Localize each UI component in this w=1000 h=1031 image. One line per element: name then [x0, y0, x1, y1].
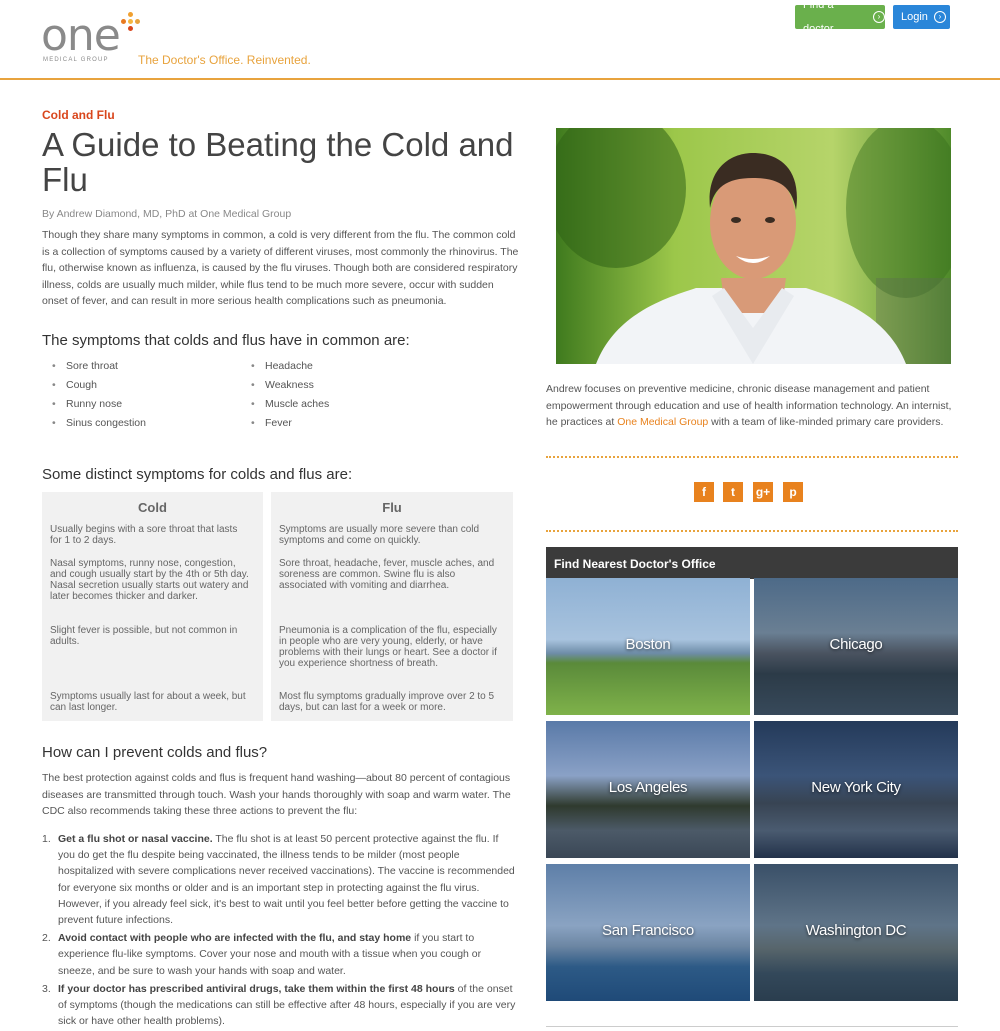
- office-tile-washington-dc[interactable]: Washington DC: [754, 864, 958, 1001]
- cold-item: Slight fever is possible, but not common…: [50, 625, 238, 647]
- site-header: one MEDICAL GROUP The Doctor's Office. R…: [0, 0, 1000, 80]
- prevention-heading: How can I prevent colds and flus?: [42, 744, 268, 761]
- common-symptoms-list-left: Sore throat Cough Runny nose Sinus conge…: [52, 360, 146, 436]
- office-tile-label: San Francisco: [602, 922, 694, 939]
- article-category[interactable]: Cold and Flu: [42, 108, 115, 122]
- article-title: A Guide to Beating the Cold and Flu: [42, 126, 514, 198]
- list-number: 2.: [42, 932, 51, 945]
- common-symptoms-list-right: Headache Weakness Muscle aches Fever: [251, 360, 329, 436]
- logo-wordmark: one: [41, 10, 121, 61]
- office-tile-new-york-city[interactable]: New York City: [754, 721, 958, 858]
- author-portrait: [556, 128, 951, 364]
- flu-item: Sore throat, headache, fever, muscle ach…: [279, 558, 495, 591]
- cold-box-title: Cold: [138, 500, 167, 515]
- office-tile-label: Los Angeles: [608, 779, 688, 796]
- office-tile-label: Washington DC: [805, 922, 907, 939]
- chevron-right-icon: ›: [873, 11, 885, 23]
- office-tile-los-angeles[interactable]: Los Angeles: [546, 721, 750, 858]
- find-office-heading: Find Nearest Doctor's Office: [546, 547, 958, 579]
- find-a-doctor-button[interactable]: Find a doctor ›: [795, 0, 885, 35]
- office-tile-label: Chicago: [829, 636, 883, 653]
- office-tile-label: New York City: [811, 779, 901, 796]
- pinterest-icon[interactable]: p: [783, 482, 803, 502]
- office-tile-boston[interactable]: Boston: [546, 578, 750, 715]
- prevention-item-lead: Get a flu shot or nasal vaccine.: [58, 833, 213, 845]
- list-item: Sore throat: [52, 360, 146, 379]
- list-item: Headache: [251, 360, 329, 379]
- office-tile-chicago[interactable]: Chicago: [754, 578, 958, 715]
- portrait-photo: [556, 128, 951, 364]
- flu-item: Pneumonia is a complication of the flu, …: [279, 625, 497, 669]
- flu-symptoms-box: Flu Symptoms are usually more severe tha…: [271, 492, 513, 721]
- logo-plus-icon: [121, 12, 141, 32]
- prevention-list: 1. Get a flu shot or nasal vaccine. The …: [42, 831, 517, 1031]
- flu-item: Symptoms are usually more severe than co…: [279, 524, 480, 546]
- logo-subtitle: MEDICAL GROUP: [43, 57, 109, 63]
- list-number: 3.: [42, 982, 51, 995]
- author-bio: Andrew focuses on preventive medicine, c…: [546, 381, 956, 431]
- googleplus-icon[interactable]: g+: [753, 482, 773, 502]
- list-item: Muscle aches: [251, 398, 329, 417]
- facebook-icon[interactable]: f: [694, 482, 714, 502]
- list-item: 3. If your doctor has prescribed antivir…: [42, 981, 517, 1030]
- cold-item: Symptoms usually last for about a week, …: [50, 691, 246, 713]
- chevron-right-icon: ›: [933, 11, 946, 23]
- list-item: Sinus congestion: [52, 417, 146, 436]
- article-byline: By Andrew Diamond, MD, PhD at One Medica…: [42, 208, 292, 220]
- twitter-icon[interactable]: t: [723, 482, 743, 502]
- office-tile-label: Boston: [625, 636, 671, 653]
- login-label: Login: [901, 11, 928, 23]
- flu-box-title: Flu: [382, 500, 402, 515]
- divider: [546, 456, 958, 458]
- prevention-item-text: The flu shot is at least 50 percent prot…: [58, 833, 515, 927]
- divider: [546, 1026, 958, 1027]
- divider: [546, 530, 958, 532]
- prevention-item-lead: If your doctor has prescribed antiviral …: [58, 982, 455, 995]
- one-medical-group-link[interactable]: One Medical Group: [617, 416, 708, 428]
- list-item: 2. Avoid contact with people who are inf…: [42, 930, 517, 979]
- common-symptoms-heading: The symptoms that colds and flus have in…: [42, 332, 410, 349]
- list-number: 1.: [42, 833, 51, 845]
- distinct-symptoms-heading: Some distinct symptoms for colds and flu…: [42, 466, 353, 483]
- list-item: Weakness: [251, 379, 329, 398]
- cold-item: Nasal symptoms, runny nose, congestion, …: [50, 558, 249, 602]
- one-medical-logo[interactable]: one MEDICAL GROUP: [41, 10, 151, 70]
- login-button[interactable]: Login ›: [893, 5, 950, 29]
- list-item: Cough: [52, 379, 146, 398]
- tagline: The Doctor's Office. Reinvented.: [138, 53, 311, 67]
- list-item: Fever: [251, 417, 329, 436]
- article-intro: Though they share many symptoms in commo…: [42, 229, 519, 307]
- list-item: Runny nose: [52, 398, 146, 417]
- find-a-doctor-label: Find a doctor: [803, 0, 834, 35]
- prevention-item-lead: Avoid contact with people who are infect…: [58, 932, 412, 945]
- bio-text: with a team of like-minded primary care …: [708, 416, 944, 428]
- find-office-widget: Find Nearest Doctor's Office Boston Chic…: [546, 547, 958, 1001]
- cold-item: Usually begins with a sore throat that l…: [50, 524, 238, 546]
- list-item: 1. Get a flu shot or nasal vaccine. The …: [42, 831, 517, 928]
- cold-symptoms-box: Cold Usually begins with a sore throat t…: [42, 492, 263, 721]
- prevention-intro: The best protection against colds and fl…: [42, 772, 511, 817]
- office-tile-san-francisco[interactable]: San Francisco: [546, 864, 750, 1001]
- flu-item: Most flu symptoms gradually improve over…: [279, 691, 495, 713]
